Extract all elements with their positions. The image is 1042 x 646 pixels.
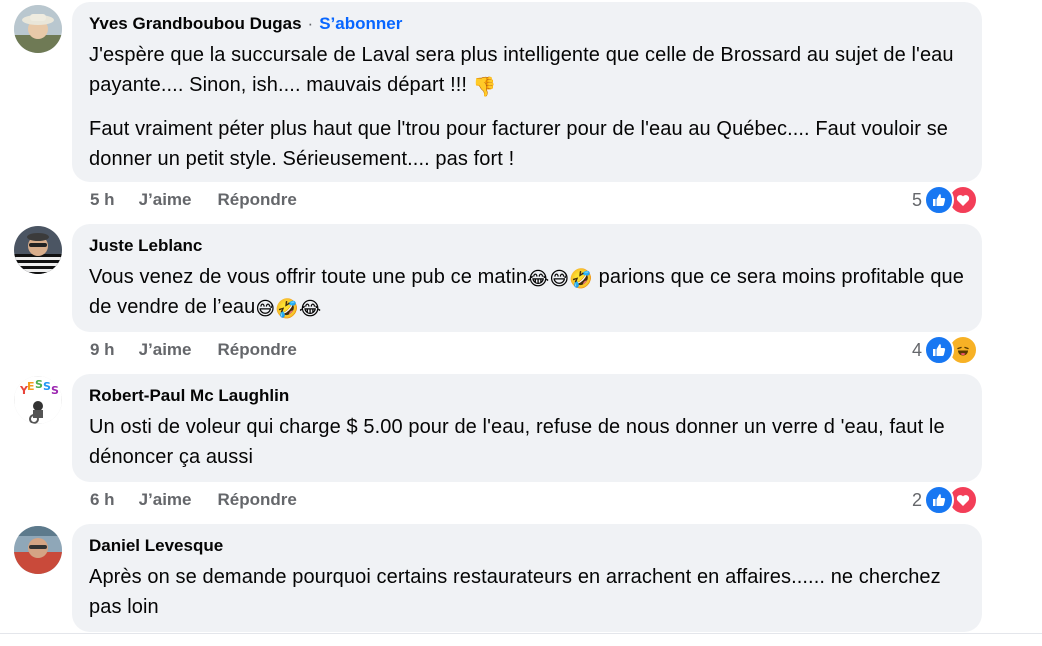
reply-button[interactable]: Répondre xyxy=(218,340,297,360)
like-button[interactable]: J’aime xyxy=(139,340,192,360)
reply-button[interactable]: Répondre xyxy=(218,490,297,510)
divider xyxy=(0,633,1042,634)
avatar[interactable] xyxy=(14,526,62,574)
reaction-count: 5 xyxy=(911,189,922,210)
avatar[interactable]: YESSS xyxy=(14,376,62,424)
comment-paragraph: Faut vraiment péter plus haut que l'trou… xyxy=(89,118,949,170)
laughing-emoji-group: 😅🤣😂 xyxy=(255,298,322,320)
reaction-count: 2 xyxy=(911,489,922,510)
author-name[interactable]: Robert-Paul Mc Laughlin xyxy=(89,384,289,408)
comment-bubble: Daniel Levesque Après on se demande pour… xyxy=(72,524,982,632)
author-row: Yves Grandboubou Dugas · S’abonner xyxy=(89,12,966,36)
comment-text: Après on se demande pourquoi certains re… xyxy=(89,566,941,618)
like-icon xyxy=(924,335,954,365)
author-name[interactable]: Juste Leblanc xyxy=(89,234,202,258)
author-name[interactable]: Daniel Levesque xyxy=(89,534,223,558)
svg-text:E: E xyxy=(27,380,35,393)
author-name[interactable]: Yves Grandboubou Dugas xyxy=(89,12,302,36)
reply-button[interactable]: Répondre xyxy=(218,190,297,210)
svg-text:S: S xyxy=(35,378,43,391)
comment-actions: 5 h J’aime Répondre xyxy=(90,188,297,212)
comment-actions: 6 h J’aime Répondre xyxy=(90,488,297,512)
author-row: Robert-Paul Mc Laughlin xyxy=(89,384,966,408)
like-icon xyxy=(924,185,954,215)
svg-text:S: S xyxy=(51,384,59,397)
comment-bubble: Yves Grandboubou Dugas · S’abonner J'esp… xyxy=(72,2,982,182)
comment-paragraph: J'espère que la succursale de Laval sera… xyxy=(89,44,954,96)
reaction-summary[interactable]: 2 xyxy=(911,485,978,515)
timestamp[interactable]: 5 h xyxy=(90,190,115,210)
reaction-summary[interactable]: 4 xyxy=(911,335,978,365)
timestamp[interactable]: 9 h xyxy=(90,340,115,360)
timestamp[interactable]: 6 h xyxy=(90,490,115,510)
avatar[interactable] xyxy=(14,5,62,53)
comment-text: Un osti de voleur qui charge $ 5.00 pour… xyxy=(89,416,945,468)
comment-actions: 9 h J’aime Répondre xyxy=(90,338,297,362)
svg-text:S: S xyxy=(43,380,51,393)
comment-text: J'espère que la succursale de Laval sera… xyxy=(89,40,966,100)
comment-bubble: Robert-Paul Mc Laughlin Un osti de voleu… xyxy=(72,374,982,482)
author-row: Juste Leblanc xyxy=(89,234,966,258)
like-button[interactable]: J’aime xyxy=(139,190,192,210)
comment-text: Vous venez de vous offrir toute une pub … xyxy=(89,262,966,322)
laughing-emoji-group: 😂😅🤣 xyxy=(527,268,594,290)
follow-button[interactable]: S’abonner xyxy=(319,12,402,36)
reaction-count: 4 xyxy=(911,339,922,360)
like-icon xyxy=(924,485,954,515)
comment-bubble: Juste Leblanc Vous venez de vous offrir … xyxy=(72,224,982,332)
thumbs-down-emoji: 👎 xyxy=(472,76,497,98)
avatar[interactable] xyxy=(14,226,62,274)
reaction-summary[interactable]: 5 xyxy=(911,185,978,215)
separator-dot: · xyxy=(307,14,314,33)
like-button[interactable]: J’aime xyxy=(139,490,192,510)
comment-text-part: Vous venez de vous offrir toute une pub … xyxy=(89,266,528,288)
author-row: Daniel Levesque xyxy=(89,534,966,558)
